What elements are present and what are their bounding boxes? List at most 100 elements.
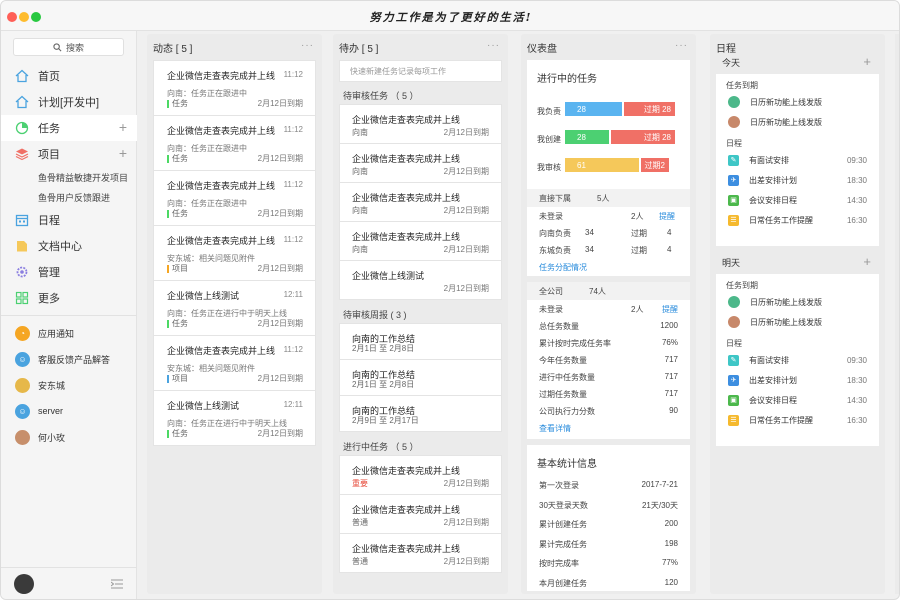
card-title: 企业微信走查表完成并上线 <box>352 193 461 203</box>
card-title: 企业微信走查表完成并上线 <box>352 154 461 164</box>
sidebar-item-projects[interactable]: 项目 + <box>1 141 137 167</box>
due-task-item[interactable]: 日历新功能上线发版 <box>716 292 879 312</box>
item-label: 日常任务工作提醒 <box>749 415 813 425</box>
card-tag: 任务 <box>167 98 188 109</box>
due-task-item[interactable]: 日历新功能上线发版 <box>716 92 879 112</box>
card-title: 企业微信走查表完成并上线 <box>352 232 461 242</box>
todo-card[interactable]: 企业微信走查表完成并上线 向南 2月12日到期 <box>339 143 502 183</box>
event-time: 09:30 <box>846 156 867 165</box>
task-bar-row[interactable]: 我创建 28 过期 28 <box>527 125 690 153</box>
sidebar: 搜索 首页 计划[开发中] 任务 + 项目 + 鱼骨精益敏捷开发项目 鱼骨用户反… <box>1 31 137 599</box>
activity-card[interactable]: 企业微信上线测试 12:11 向南：任务正在进行中于明天上线 任务 2月12日到… <box>153 390 316 446</box>
search-button[interactable]: 搜索 <box>13 38 124 56</box>
event-item[interactable]: ▣ 会议安排日程 14:30 <box>716 390 879 410</box>
card-time: 11:12 <box>283 70 303 79</box>
remind-link[interactable]: 提醒 <box>662 304 678 315</box>
card-time: 11:12 <box>283 345 303 354</box>
sidebar-project-item[interactable]: 鱼骨用户反馈跟进 <box>1 187 137 207</box>
stat-row: 未登录 2人 提醒 <box>539 211 675 222</box>
stat-row: 未登录 2人 提醒 <box>539 304 678 315</box>
event-item[interactable]: ▣ 会议安排日程 14:30 <box>716 190 879 210</box>
avatar[interactable] <box>14 574 34 594</box>
gear-icon <box>15 265 29 279</box>
meeting-icon: ▣ <box>728 194 739 206</box>
todo-card[interactable]: 企业微信走查表完成并上线 重要 2月12日到期 <box>339 455 502 495</box>
todo-card[interactable]: 向南的工作总结 2月1日 至 2月8日 <box>339 323 502 360</box>
todo-card[interactable]: 企业微信上线测试 2月12日到期 <box>339 260 502 300</box>
sidebar-item-plan[interactable]: 计划[开发中] <box>1 89 137 115</box>
collapse-sidebar-icon[interactable] <box>111 579 123 589</box>
card-due-date: 2月12日到期 <box>257 264 303 273</box>
todo-card[interactable]: 企业微信走查表完成并上线 普通 2月12日到期 <box>339 494 502 534</box>
event-time: 16:30 <box>846 416 867 425</box>
sidebar-footer <box>1 567 137 599</box>
activity-card[interactable]: 企业微信走查表完成并上线 11:12 安东城：相关问题见附件 项目 2月12日到… <box>153 335 316 391</box>
sidebar-item-home[interactable]: 首页 <box>1 63 137 89</box>
todo-card[interactable]: 企业微信走查表完成并上线 向南 2月12日到期 <box>339 104 502 144</box>
stat-row: 进行中任务数量 717 <box>539 372 678 382</box>
sidebar-item-schedule[interactable]: 日程 <box>1 207 137 233</box>
activity-card[interactable]: 企业微信走查表完成并上线 11:12 安东城：相关问题见附件 项目 2月12日到… <box>153 225 316 281</box>
due-task-item[interactable]: 日历新功能上线发版 <box>716 112 879 132</box>
view-details-link[interactable]: 查看详情 <box>539 423 571 434</box>
contact-item[interactable]: ☺ 客服反馈产品解答 <box>1 346 137 372</box>
card-time: 11:12 <box>283 235 303 244</box>
grid-icon <box>15 291 29 305</box>
todo-card[interactable]: 企业微信走查表完成并上线 向南 2月12日到期 <box>339 221 502 261</box>
event-item[interactable]: ☰ 日常任务工作提醒 16:30 <box>716 210 879 230</box>
sidebar-item-manage[interactable]: 管理 <box>1 259 137 285</box>
event-item[interactable]: ✈ 出差安排计划 18:30 <box>716 370 879 390</box>
sidebar-item-label: 首页 <box>38 71 60 83</box>
event-item[interactable]: ✎ 有面试安排 09:30 <box>716 350 879 370</box>
event-item[interactable]: ☰ 日常任务工作提醒 16:30 <box>716 410 879 430</box>
dashboard-column: 仪表盘 ··· 进行中的任务 我负责 28 过期 28 我创建 28 过期 28 我审核 61… <box>521 34 696 594</box>
activity-card[interactable]: 企业微信走查表完成并上线 11:12 向南：任务正在跟进中 任务 2月12日到期 <box>153 170 316 226</box>
add-event-button[interactable]: + <box>863 254 871 270</box>
contact-item[interactable]: ☺ server <box>1 398 137 424</box>
contact-item[interactable]: 安东城 <box>1 372 137 398</box>
card-due-date: 2月12日到期 <box>443 557 489 566</box>
activity-card[interactable]: 企业微信走查表完成并上线 11:12 向南：任务正在跟进中 任务 2月12日到期 <box>153 115 316 171</box>
contact-item[interactable]: 何小玫 <box>1 424 137 450</box>
event-item[interactable]: ✈ 出差安排计划 18:30 <box>716 170 879 190</box>
card-tag: 项目 <box>167 263 188 274</box>
bar-label: 我负责 <box>537 107 561 116</box>
todo-card[interactable]: 向南的工作总结 2月9日 至 2月17日 <box>339 395 502 432</box>
avatar <box>15 429 30 445</box>
day-schedule-card: 任务到期 日历新功能上线发版 日历新功能上线发版 日程 ✎ 有面试安排 09:30 ✈ 出差安排… <box>716 274 879 446</box>
add-project-button[interactable]: + <box>119 146 127 160</box>
sidebar-item-more[interactable]: 更多 <box>1 285 137 311</box>
activity-card[interactable]: 企业微信走查表完成并上线 11:12 向南：任务正在跟进中 任务 2月12日到期 <box>153 60 316 116</box>
more-icon[interactable]: ··· <box>301 40 314 51</box>
add-task-button[interactable]: + <box>119 120 127 134</box>
priority-badge: 普通 <box>352 557 368 566</box>
card-title: 企业微信走查表完成并上线 <box>352 505 461 515</box>
sidebar-item-tasks[interactable]: 任务 + <box>1 115 137 141</box>
activity-card[interactable]: 企业微信上线测试 12:11 向南：任务正在进行中于明天上线 任务 2月12日到… <box>153 280 316 336</box>
task-bar-row[interactable]: 我负责 28 过期 28 <box>527 97 690 125</box>
due-task-item[interactable]: 日历新功能上线发版 <box>716 312 879 332</box>
sidebar-item-label: 更多 <box>38 293 60 305</box>
more-icon[interactable]: ··· <box>487 40 500 51</box>
todo-card[interactable]: 企业微信走查表完成并上线 普通 2月12日到期 <box>339 533 502 573</box>
contact-item[interactable]: ◔ 应用通知 <box>1 320 137 346</box>
task-bar-row[interactable]: 我审核 61 过期2 <box>527 153 690 181</box>
more-icon[interactable]: ··· <box>675 40 688 51</box>
panel-title: 基本统计信息 <box>537 459 597 470</box>
sidebar-item-docs[interactable]: 文档中心 <box>1 233 137 259</box>
add-event-button[interactable]: + <box>863 54 871 70</box>
sidebar-project-item[interactable]: 鱼骨精益敏捷开发项目 <box>1 167 137 187</box>
todo-card[interactable]: 向南的工作总结 2月1日 至 2月8日 <box>339 359 502 396</box>
todo-card[interactable]: 企业微信走查表完成并上线 向南 2月12日到期 <box>339 182 502 222</box>
interview-icon: ✎ <box>728 354 739 366</box>
pie-chart-icon <box>15 121 29 135</box>
day-label: 今天 + <box>722 54 871 70</box>
event-time: 18:30 <box>846 376 867 385</box>
task-distribution-link[interactable]: 任务分配情况 <box>539 262 587 273</box>
direct-reports-header: 直接下属 5人 <box>527 189 690 207</box>
event-item[interactable]: ✎ 有面试安排 09:30 <box>716 150 879 170</box>
quick-task-input[interactable]: 快速新建任务记录每项工作 <box>339 60 502 82</box>
remind-link[interactable]: 提醒 <box>659 211 675 222</box>
stat-value: 5人 <box>597 193 610 203</box>
calendar-icon <box>15 213 29 227</box>
